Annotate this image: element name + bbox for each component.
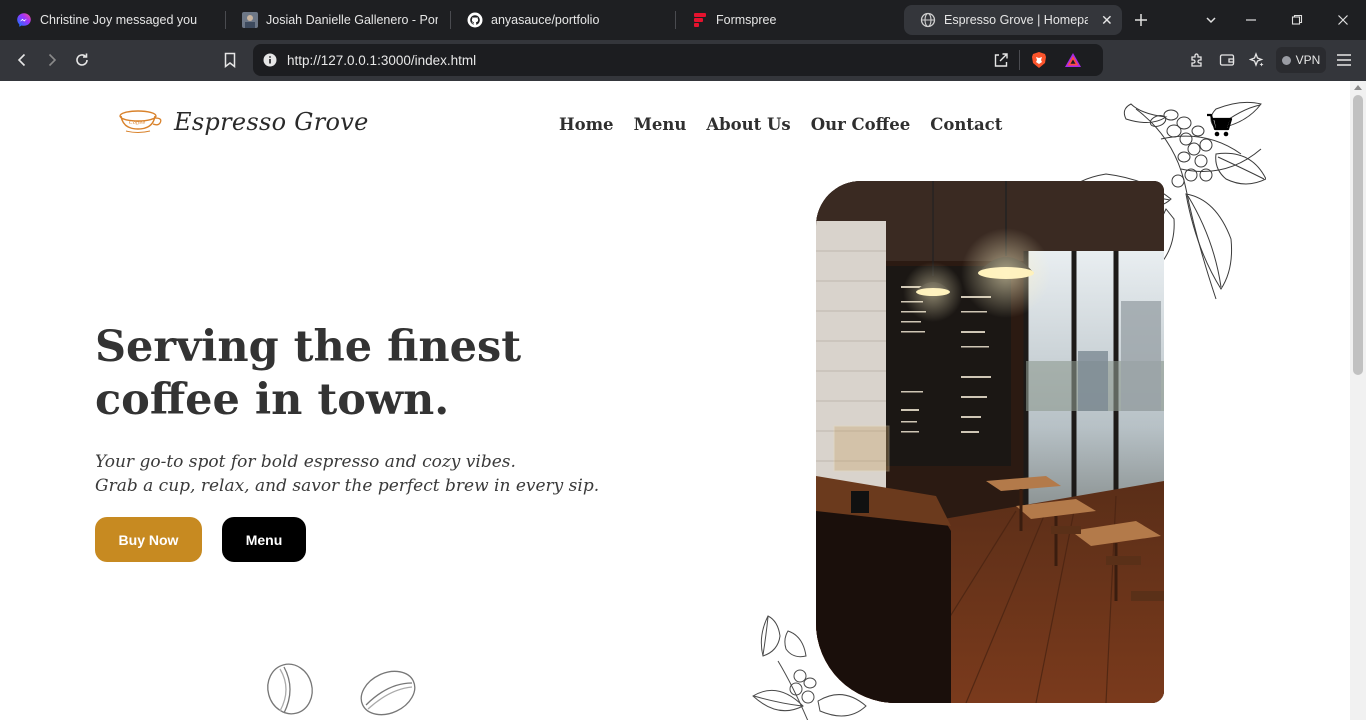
tab-label: Christine Joy messaged you bbox=[40, 13, 198, 27]
buy-now-button[interactable]: Buy Now bbox=[95, 517, 202, 562]
tab-espresso-grove[interactable]: Espresso Grove | Homepage ✕ bbox=[904, 5, 1122, 35]
minimize-window-icon[interactable] bbox=[1238, 0, 1264, 40]
menu-button[interactable]: Menu bbox=[222, 517, 306, 562]
scroll-up-arrow-icon[interactable] bbox=[1354, 85, 1362, 90]
hero-title-line2: coffee in town. bbox=[95, 375, 450, 425]
shopping-cart-icon[interactable] bbox=[1206, 112, 1234, 142]
wallet-icon[interactable] bbox=[1212, 45, 1242, 75]
vpn-button[interactable]: VPN bbox=[1276, 47, 1326, 73]
site-logo[interactable]: Coffee Espresso Grove bbox=[118, 107, 369, 137]
site-info-icon[interactable] bbox=[263, 53, 277, 67]
back-arrow-icon[interactable] bbox=[7, 45, 37, 75]
coffee-cup-logo-icon: Coffee bbox=[118, 107, 164, 137]
web-page: Coffee Espresso Grove Home Menu About Us… bbox=[0, 81, 1350, 720]
hero-title-line1: Serving the finest bbox=[95, 322, 522, 372]
coffee-beans-illustration bbox=[262, 661, 422, 720]
cafe-interior-photo bbox=[816, 181, 1164, 703]
tab-messenger[interactable]: Christine Joy messaged you bbox=[0, 0, 225, 40]
address-bar-divider bbox=[1019, 50, 1020, 70]
close-window-icon[interactable] bbox=[1330, 0, 1356, 40]
url-text: http://127.0.0.1:3000/index.html bbox=[287, 52, 477, 68]
tab-label: anyasauce/portfolio bbox=[491, 13, 600, 27]
globe-icon bbox=[920, 12, 936, 28]
messenger-icon bbox=[16, 12, 32, 28]
hero-title: Serving the finest coffee in town. bbox=[95, 321, 615, 427]
brave-rewards-icon[interactable] bbox=[1064, 51, 1082, 69]
address-bar[interactable]: http://127.0.0.1:3000/index.html bbox=[253, 44, 1103, 76]
nav-home[interactable]: Home bbox=[559, 115, 614, 134]
close-tab-icon[interactable]: ✕ bbox=[1100, 12, 1114, 29]
main-nav: Home Menu About Us Our Coffee Contact bbox=[559, 115, 1002, 134]
tab-portfolio[interactable]: Josiah Danielle Gallenero - Portfo bbox=[226, 0, 450, 40]
brave-shields-icon[interactable] bbox=[1030, 51, 1048, 69]
nav-menu[interactable]: Menu bbox=[634, 115, 687, 134]
hamburger-menu-icon[interactable] bbox=[1329, 45, 1359, 75]
github-icon bbox=[467, 12, 483, 28]
tab-search-chevron-down-icon[interactable] bbox=[1198, 0, 1224, 40]
vpn-status-icon bbox=[1281, 55, 1291, 65]
extensions-puzzle-icon[interactable] bbox=[1182, 45, 1212, 75]
nav-our-coffee[interactable]: Our Coffee bbox=[811, 115, 910, 134]
restore-window-icon[interactable] bbox=[1284, 0, 1310, 40]
tab-formspree[interactable]: Formspree bbox=[676, 0, 900, 40]
scrollbar-thumb[interactable] bbox=[1353, 95, 1363, 375]
reload-icon[interactable] bbox=[67, 45, 97, 75]
browser-toolbar: http://127.0.0.1:3000/index.html VPN bbox=[0, 40, 1366, 81]
forward-arrow-icon[interactable] bbox=[37, 45, 67, 75]
share-icon[interactable] bbox=[993, 52, 1009, 68]
tab-github[interactable]: anyasauce/portfolio bbox=[451, 0, 675, 40]
hero-subtitle-line2: Grab a cup, relax, and savor the perfect… bbox=[95, 476, 600, 496]
nav-contact[interactable]: Contact bbox=[930, 115, 1002, 134]
vpn-label: VPN bbox=[1295, 53, 1321, 67]
portfolio-favicon-icon bbox=[242, 12, 258, 28]
formspree-icon bbox=[692, 12, 708, 28]
hero-subtitle-line1: Your go-to spot for bold espresso and co… bbox=[95, 452, 516, 472]
logo-wordmark: Espresso Grove bbox=[174, 108, 369, 136]
page-scrollbar[interactable] bbox=[1350, 81, 1366, 720]
tab-label: Formspree bbox=[716, 13, 777, 27]
new-tab-icon[interactable] bbox=[1128, 0, 1154, 40]
tab-label: Espresso Grove | Homepage bbox=[944, 13, 1088, 27]
bookmark-icon[interactable] bbox=[215, 45, 245, 75]
logo-cup-text: Coffee bbox=[129, 120, 145, 126]
leo-ai-sparkle-icon[interactable] bbox=[1242, 45, 1272, 75]
tab-label: Josiah Danielle Gallenero - Portfo bbox=[266, 13, 438, 27]
nav-about-us[interactable]: About Us bbox=[706, 115, 790, 134]
hero-subtitle: Your go-to spot for bold espresso and co… bbox=[95, 450, 599, 498]
browser-tab-bar: Christine Joy messaged you Josiah Daniel… bbox=[0, 0, 1366, 40]
